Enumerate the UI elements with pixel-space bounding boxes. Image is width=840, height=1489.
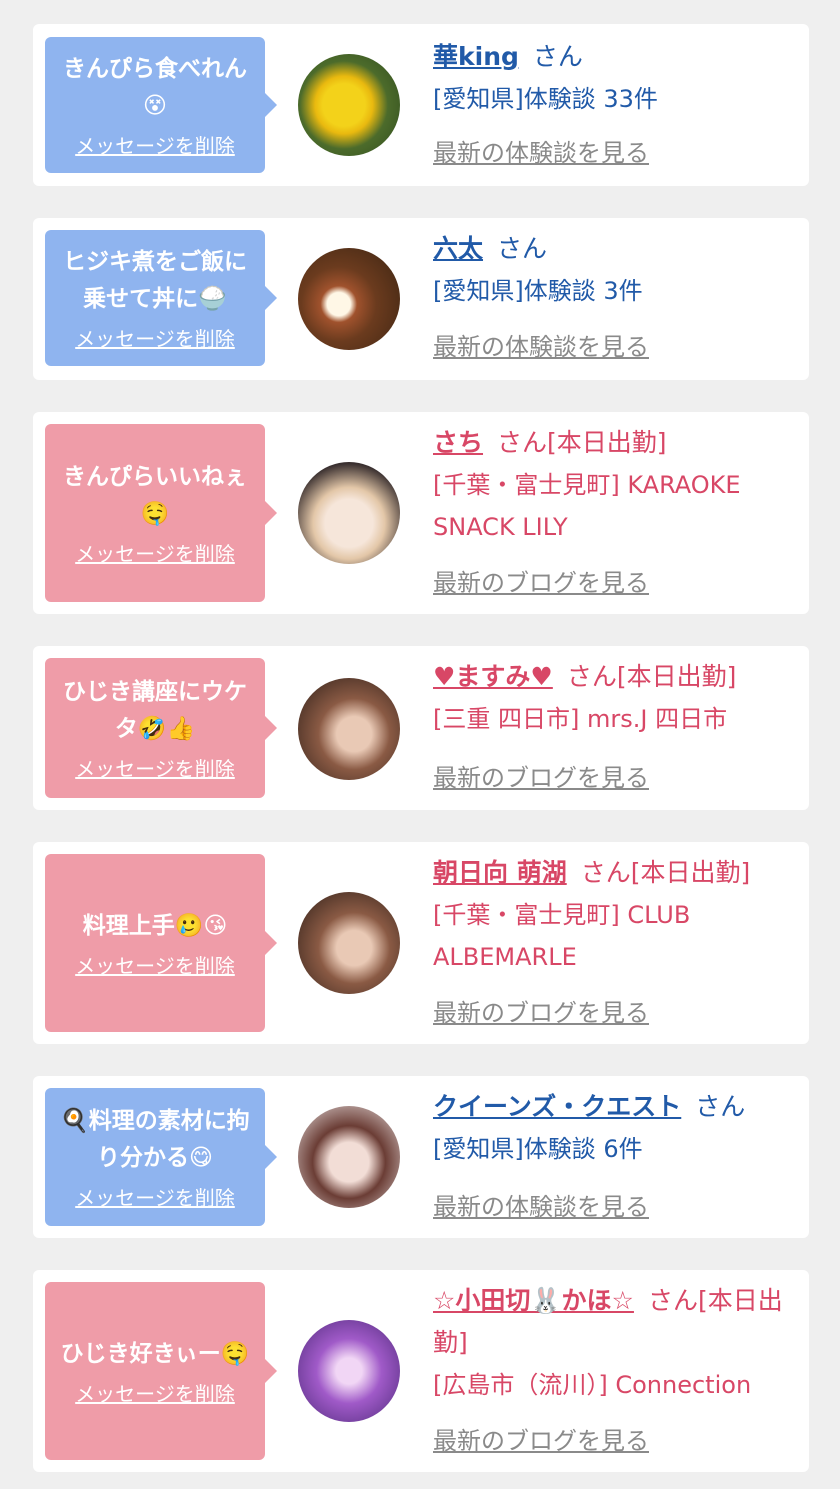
message-text: ひじき好きぃー🤤: [60, 1340, 250, 1367]
avatar[interactable]: [298, 678, 400, 780]
message-card: 🍳料理の素材に拘 り分かる😋 メッセージを削除 クイーンズ・クエスト さん [愛知県]体…: [33, 1076, 809, 1238]
user-detail: [三重 四日市] mrs.J 四日市: [433, 705, 728, 733]
message-text: 料理上手🥲😘: [82, 912, 228, 939]
user-info: 華king さん [愛知県]体験談 33件: [433, 36, 791, 120]
message-card: ヒジキ煮をご飯に 乗せて丼に🍚 メッセージを削除 六太 さん [愛知県]体験談 3件 最新…: [33, 218, 809, 380]
latest-post-link[interactable]: 最新のブログを見る: [433, 763, 649, 793]
latest-post-link[interactable]: 最新の体験談を見る: [433, 1192, 649, 1222]
message-bubble: 🍳料理の素材に拘 り分かる😋 メッセージを削除: [45, 1088, 277, 1226]
delete-message-link[interactable]: メッセージを削除: [75, 756, 235, 782]
user-detail: [愛知県]体験談 6件: [433, 1135, 643, 1163]
user-suffix: さん: [497, 234, 548, 263]
avatar[interactable]: [298, 1320, 400, 1422]
message-card: ひじき講座にウケ タ🤣👍 メッセージを削除 ♥ますみ♥ さん[本日出勤] [三重 四日市…: [33, 646, 809, 810]
message-list: きんぴら食べれん 😵 メッセージを削除 華king さん [愛知県]体験談 33件 最新の…: [0, 0, 840, 1489]
user-detail: [愛知県]体験談 33件: [433, 85, 658, 113]
message-bubble: ひじき好きぃー🤤 メッセージを削除: [45, 1282, 277, 1460]
message-text: 🍳料理の素材に拘 り分かる😋: [60, 1108, 250, 1171]
user-name-link[interactable]: 華king: [433, 42, 519, 71]
message-text: ヒジキ煮をご飯に 乗せて丼に🍚: [63, 249, 247, 312]
message-text: きんぴら食べれん 😵: [63, 56, 247, 119]
delete-message-link[interactable]: メッセージを削除: [75, 1185, 235, 1211]
user-name-line: 朝日向 萌湖 さん[本日出勤]: [433, 852, 791, 894]
latest-post-link[interactable]: 最新のブログを見る: [433, 1426, 649, 1456]
avatar[interactable]: [298, 248, 400, 350]
message-bubble: ヒジキ煮をご飯に 乗せて丼に🍚 メッセージを削除: [45, 230, 277, 366]
user-name-line: さち さん[本日出勤]: [433, 422, 791, 464]
latest-post-link[interactable]: 最新のブログを見る: [433, 568, 649, 598]
user-info: ☆小田切🐰かほ☆ さん[本日出勤] [広島市（流川）] Connection: [433, 1280, 791, 1406]
message-bubble: ひじき講座にウケ タ🤣👍 メッセージを削除: [45, 658, 277, 798]
message-bubble: 料理上手🥲😘 メッセージを削除: [45, 854, 277, 1032]
latest-post-link[interactable]: 最新のブログを見る: [433, 998, 649, 1028]
user-name-link[interactable]: ☆小田切🐰かほ☆: [433, 1286, 634, 1315]
user-name-line: クイーンズ・クエスト さん: [433, 1086, 791, 1128]
avatar[interactable]: [298, 54, 400, 156]
user-name-line: 華king さん: [433, 36, 791, 78]
delete-message-link[interactable]: メッセージを削除: [75, 953, 235, 979]
latest-post-link[interactable]: 最新の体験談を見る: [433, 332, 649, 362]
message-card: きんぴら食べれん 😵 メッセージを削除 華king さん [愛知県]体験談 33件 最新の…: [33, 24, 809, 186]
user-suffix: さん[本日出勤]: [566, 662, 737, 691]
latest-post-link[interactable]: 最新の体験談を見る: [433, 138, 649, 168]
message-bubble: きんぴら食べれん 😵 メッセージを削除: [45, 37, 277, 173]
delete-message-link[interactable]: メッセージを削除: [75, 541, 235, 567]
delete-message-link[interactable]: メッセージを削除: [75, 326, 235, 352]
user-suffix: さん: [695, 1092, 746, 1121]
user-suffix: さん[本日出勤]: [497, 428, 667, 457]
message-text: ひじき講座にウケ タ🤣👍: [63, 679, 247, 742]
delete-message-link[interactable]: メッセージを削除: [75, 133, 235, 159]
avatar[interactable]: [298, 462, 400, 564]
avatar[interactable]: [298, 892, 400, 994]
user-suffix: さん: [532, 42, 583, 71]
user-name-link[interactable]: ♥ますみ♥: [433, 662, 553, 691]
user-name-line: 六太 さん: [433, 228, 791, 270]
message-card: きんぴらいいねぇ 🤤 メッセージを削除 さち さん[本日出勤] [千葉・富士見町] KA…: [33, 412, 809, 614]
delete-message-link[interactable]: メッセージを削除: [75, 1381, 235, 1407]
user-detail: [広島市（流川）] Connection: [433, 1371, 752, 1399]
avatar[interactable]: [298, 1106, 400, 1208]
message-card: 料理上手🥲😘 メッセージを削除 朝日向 萌湖 さん[本日出勤] [千葉・富士見町] CL…: [33, 842, 809, 1044]
user-info: さち さん[本日出勤] [千葉・富士見町] KARAOKE SNACK LILY: [433, 422, 791, 548]
user-info: クイーンズ・クエスト さん [愛知県]体験談 6件: [433, 1086, 791, 1170]
user-info: 六太 さん [愛知県]体験談 3件: [433, 228, 791, 312]
user-name-link[interactable]: クイーンズ・クエスト: [433, 1092, 681, 1121]
user-detail: [愛知県]体験談 3件: [433, 277, 643, 305]
user-suffix: さん[本日出勤]: [580, 858, 751, 887]
user-name-line: ♥ますみ♥ さん[本日出勤]: [433, 656, 791, 698]
message-card: ひじき好きぃー🤤 メッセージを削除 ☆小田切🐰かほ☆ さん[本日出勤] [広島市（流川）…: [33, 1270, 809, 1472]
user-info: ♥ますみ♥ さん[本日出勤] [三重 四日市] mrs.J 四日市: [433, 656, 791, 740]
user-detail: [千葉・富士見町] CLUB ALBEMARLE: [433, 901, 691, 971]
user-name-link[interactable]: さち: [433, 428, 483, 457]
user-name-link[interactable]: 六太: [433, 234, 483, 263]
message-text: きんぴらいいねぇ 🤤: [63, 464, 247, 527]
user-detail: [千葉・富士見町] KARAOKE SNACK LILY: [433, 471, 741, 541]
user-info: 朝日向 萌湖 さん[本日出勤] [千葉・富士見町] CLUB ALBEMARLE: [433, 852, 791, 978]
user-name-link[interactable]: 朝日向 萌湖: [433, 858, 567, 887]
user-name-line: ☆小田切🐰かほ☆ さん[本日出勤]: [433, 1280, 791, 1364]
message-bubble: きんぴらいいねぇ 🤤 メッセージを削除: [45, 424, 277, 602]
